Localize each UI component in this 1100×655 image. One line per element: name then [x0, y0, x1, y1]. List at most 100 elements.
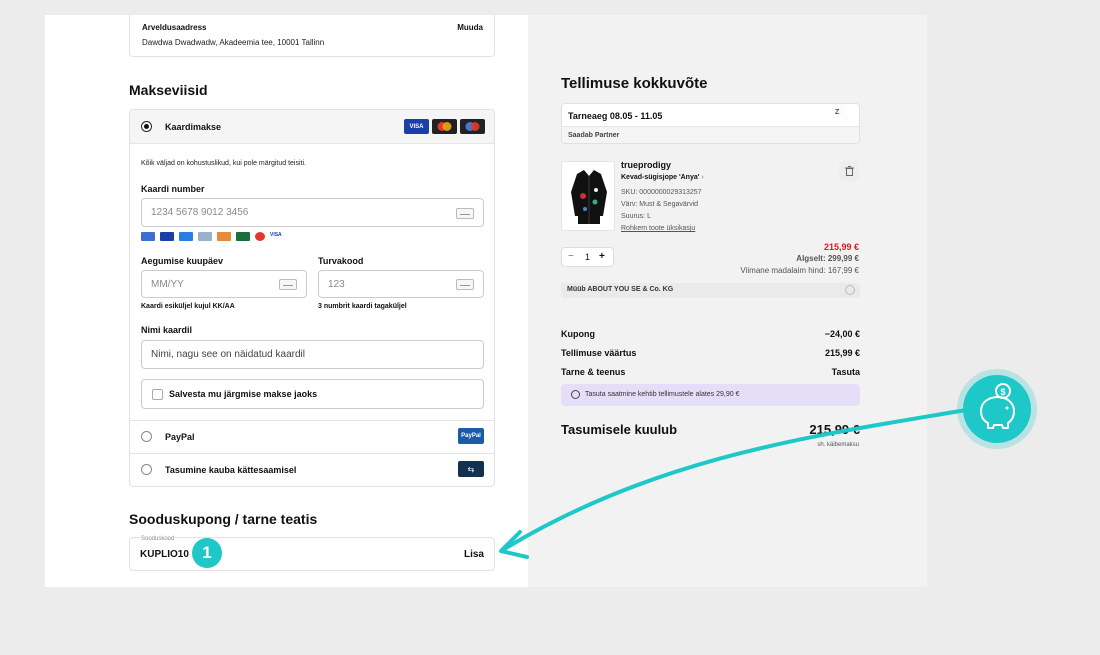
save-card-label: Salvesta mu järgmise makse jaoks — [169, 389, 318, 399]
product-size: Suurus: L — [621, 213, 651, 220]
total-row: Tasumisele kuulub 215,99 € — [561, 422, 860, 437]
card-brand-icon — [179, 232, 193, 241]
step-badge: 1 — [192, 538, 222, 568]
expiry-placeholder: MM/YY — [151, 278, 184, 290]
coupon-value: KUPLIO10 — [140, 549, 189, 560]
cvv-label: Turvakood — [318, 256, 364, 266]
paypal-logo-icon: PayPal — [458, 428, 484, 444]
total-value: 215,99 € — [809, 422, 860, 437]
total-label: Tasumisele kuulub — [561, 422, 678, 437]
cvv-input[interactable]: 123 — [318, 270, 484, 298]
save-card-option[interactable]: Salvesta mu järgmise makse jaoks — [141, 379, 484, 409]
expiry-label: Aegumise kuupäev — [141, 256, 224, 266]
svg-text:$: $ — [1000, 387, 1005, 397]
billing-address-label: Arveldusaadress — [142, 23, 207, 32]
chevron-right-icon: › — [701, 174, 704, 181]
card-brand-icon — [198, 232, 212, 241]
card-brand-icon — [160, 232, 174, 241]
visa-icon: VISA — [270, 232, 284, 241]
product-price: 215,99 € — [823, 242, 859, 252]
product-brand: trueprodigy — [621, 160, 672, 170]
free-shipping-notice: Tasuta saatmine kehtib tellimustele alat… — [561, 384, 860, 406]
coupon-row-label: Kupong — [561, 329, 595, 339]
divider — [130, 420, 494, 421]
change-address-link[interactable]: Muuda — [457, 23, 483, 32]
coupon-section-title: Sooduskupong / tarne teatis — [129, 511, 318, 527]
decrease-qty-button[interactable]: − — [568, 251, 574, 262]
free-shipping-text: Tasuta saatmine kehtib tellimustele alat… — [585, 391, 740, 398]
card-brand-icon — [217, 232, 231, 241]
paypal-radio[interactable] — [141, 431, 152, 442]
required-fields-note: Kõik väljad on kohustuslikud, kui pole m… — [141, 160, 306, 167]
seller-label: Müüb ABOUT YOU SE & Co. KG — [567, 286, 674, 293]
order-value-label: Tellimuse väärtus — [561, 348, 637, 358]
add-coupon-button[interactable]: Lisa — [464, 549, 484, 560]
card-expiry-icon — [279, 279, 297, 290]
info-icon — [571, 390, 580, 399]
payment-methods-title: Makseviisid — [129, 82, 208, 98]
order-summary-title: Tellimuse kokkuvõte — [561, 75, 708, 92]
name-on-card-label: Nimi kaardil — [141, 325, 193, 335]
card-number-placeholder: 1234 5678 9012 3456 — [151, 207, 249, 218]
name-on-card-placeholder: Nimi, nagu see on näidatud kaardil — [151, 349, 305, 360]
maestro-logo-icon — [460, 119, 485, 134]
remove-item-button[interactable] — [839, 161, 859, 181]
sent-by-label: Saadab Partner — [568, 132, 620, 139]
product-sku: SKU: 0000000029313257 — [621, 189, 702, 196]
delivery-time: Tarneaeg 08.05 - 11.05 — [568, 111, 663, 121]
billing-address-card: Arveldusaadress Muuda Dawdwa Dwadwadw, A… — [129, 15, 495, 57]
cvv-hint: 3 numbrit kaardi tagaküljel — [318, 303, 407, 310]
order-value-row: Tellimuse väärtus 215,99 € — [561, 348, 860, 358]
card-payment-option[interactable]: Kaardimakse VISA — [130, 110, 494, 144]
cvv-placeholder: 123 — [328, 278, 345, 290]
quantity-stepper[interactable]: − 1 + — [561, 247, 614, 267]
lowest-price: Viimane madalaim hind: 167,99 € — [740, 266, 859, 275]
name-on-card-input[interactable]: Nimi, nagu see on näidatud kaardil — [141, 340, 484, 369]
mastercard-logo-icon — [432, 119, 457, 134]
product-color: Värv: Must & Segavärvid — [621, 201, 699, 208]
coupon-input[interactable]: Sooduskood KUPLIO10 Lisa — [129, 536, 495, 571]
piggy-bank-icon: $ — [963, 375, 1031, 443]
trash-icon — [844, 166, 854, 176]
billing-address-value: Dawdwa Dwadwadw, Akadeemia tee, 10001 Ta… — [142, 38, 325, 47]
delivery-card: Tarneaeg 08.05 - 11.05 Z Saadab Partner — [561, 103, 860, 144]
card-number-label: Kaardi number — [141, 184, 205, 194]
product-name[interactable]: Kevad-sügisjope 'Anya' › — [621, 174, 704, 181]
cash-on-delivery-icon: ⇆ — [458, 461, 484, 477]
order-value: 215,99 € — [824, 348, 860, 358]
expiry-hint: Kaardi esiküljel kujul KK/AA — [141, 303, 235, 310]
cash-on-delivery-radio[interactable] — [141, 464, 152, 475]
product-name-text: Kevad-sügisjope 'Anya' — [621, 174, 700, 181]
qty-value: 1 — [585, 252, 591, 262]
product-image[interactable] — [561, 161, 615, 231]
accepted-cards-row: VISA — [141, 232, 284, 241]
paypal-label[interactable]: PayPal — [165, 432, 195, 442]
shipping-label: Tarne & teenus — [561, 367, 626, 377]
shipping-row: Tarne & teenus Tasuta — [561, 367, 860, 377]
original-price: Algselt: 299,99 € — [796, 254, 859, 263]
increase-qty-button[interactable]: + — [599, 251, 605, 262]
coupon-field-label: Sooduskood — [140, 536, 176, 542]
card-payment-radio[interactable] — [141, 121, 152, 132]
seller-bar: Müüb ABOUT YOU SE & Co. KG — [561, 283, 860, 298]
card-payment-label: Kaardimakse — [165, 122, 222, 132]
info-icon[interactable] — [845, 285, 855, 295]
jcb-icon — [236, 232, 250, 241]
card-icon — [456, 208, 474, 219]
product-details-link[interactable]: Rohkem toote üksikasju — [621, 225, 695, 232]
mastercard-icon — [255, 232, 265, 241]
card-cvv-icon — [456, 279, 474, 290]
expiry-input[interactable]: MM/YY — [141, 270, 307, 298]
coupon-row: Kupong −24,00 € — [561, 329, 860, 339]
carrier-logo-icon: Z — [835, 109, 840, 116]
order-summary-panel — [528, 15, 927, 587]
visa-logo-icon: VISA — [404, 119, 429, 134]
divider — [130, 453, 494, 454]
coupon-row-value: −24,00 € — [824, 329, 860, 339]
card-number-input[interactable]: 1234 5678 9012 3456 — [141, 198, 484, 227]
shipping-value: Tasuta — [831, 367, 860, 377]
card-brand-icon — [141, 232, 155, 241]
save-card-checkbox[interactable] — [152, 389, 163, 400]
vat-note: sh. käibemaksu — [817, 442, 859, 448]
cash-on-delivery-label[interactable]: Tasumine kauba kättesaamisel — [165, 465, 296, 475]
